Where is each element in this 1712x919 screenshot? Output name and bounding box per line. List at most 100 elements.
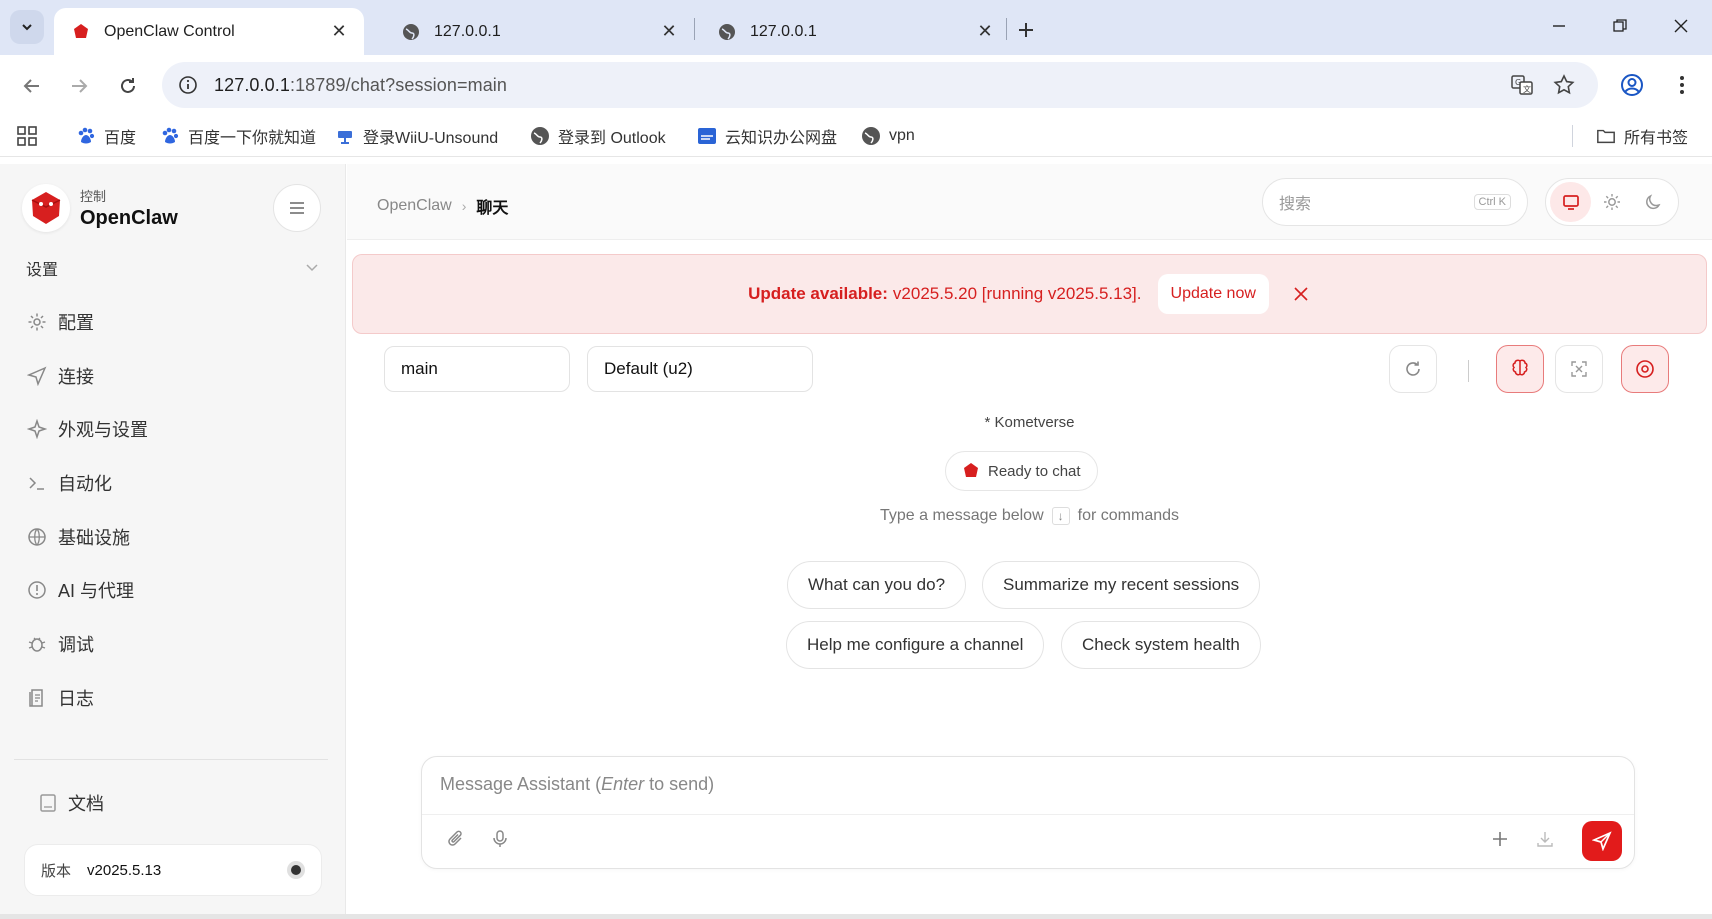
minimize-button[interactable] bbox=[1536, 8, 1582, 44]
dismiss-banner-button[interactable] bbox=[1291, 284, 1311, 304]
bookmark-star-icon[interactable] bbox=[1552, 73, 1576, 97]
apps-grid-icon[interactable] bbox=[16, 124, 38, 148]
page-header: OpenClaw › 聊天 搜索 Ctrl K bbox=[347, 164, 1712, 240]
update-now-button[interactable]: Update now bbox=[1157, 274, 1269, 314]
placeholder-text: Message Assistant ( bbox=[440, 774, 602, 794]
translate-icon[interactable]: G文 bbox=[1510, 73, 1534, 97]
theme-switcher bbox=[1545, 178, 1679, 226]
terminal-icon bbox=[26, 472, 48, 494]
hint-key: ↓ bbox=[1051, 507, 1070, 525]
export-button[interactable] bbox=[1531, 825, 1559, 853]
sidebar-item-label: 外观与设置 bbox=[58, 420, 148, 440]
sidebar-item-appearance[interactable]: 外观与设置 bbox=[26, 414, 148, 444]
sidebar-item-label: 配置 bbox=[58, 313, 94, 333]
tab-localhost-2[interactable]: 127.0.0.1 ✕ bbox=[700, 8, 1010, 55]
placeholder-key: Enter bbox=[601, 774, 645, 794]
new-tab-button[interactable] bbox=[1010, 14, 1042, 46]
bookmark-label: 登录到 Outlook bbox=[558, 130, 666, 147]
back-button[interactable] bbox=[16, 70, 48, 102]
refresh-button[interactable] bbox=[1389, 345, 1437, 393]
forward-button[interactable] bbox=[63, 70, 95, 102]
bookmark-baidu[interactable]: 百度 bbox=[76, 124, 136, 148]
tab-openclaw-control[interactable]: OpenClaw Control ✕ bbox=[54, 8, 364, 55]
thinking-toggle-button[interactable] bbox=[1496, 345, 1544, 393]
sidebar-item-automation[interactable]: 自动化 bbox=[26, 468, 112, 498]
brand-name: OpenClaw bbox=[80, 207, 178, 229]
more-menu-icon[interactable] bbox=[1670, 73, 1694, 97]
bookmark-baidu-search[interactable]: 百度一下你就知道 bbox=[160, 124, 316, 148]
sidebar-item-infrastructure[interactable]: 基础设施 bbox=[26, 522, 130, 552]
window-bottom-edge bbox=[0, 914, 1712, 919]
focus-mode-button[interactable] bbox=[1555, 345, 1603, 393]
folder-icon bbox=[1596, 126, 1616, 146]
settings-section-toggle[interactable]: 设置 bbox=[26, 256, 318, 280]
tab-title: 127.0.0.1 bbox=[750, 22, 817, 40]
new-session-button[interactable] bbox=[1486, 825, 1514, 853]
bookmark-label: 所有书签 bbox=[1624, 130, 1689, 147]
suggestion-chip[interactable]: Help me configure a channel bbox=[786, 621, 1045, 669]
chevron-down-icon bbox=[22, 24, 32, 31]
tab-separator bbox=[1006, 18, 1007, 40]
reload-button[interactable] bbox=[112, 70, 144, 102]
target-icon bbox=[1636, 360, 1654, 378]
site-info-icon[interactable] bbox=[176, 73, 200, 97]
send-button[interactable] bbox=[1582, 821, 1622, 861]
model-select-value: Default (u2) bbox=[604, 359, 693, 378]
voice-input-button[interactable] bbox=[486, 825, 514, 853]
download-icon bbox=[1537, 832, 1553, 847]
model-select[interactable]: Default (u2) bbox=[587, 346, 813, 392]
message-input[interactable]: Message Assistant (Enter to send) bbox=[440, 774, 714, 795]
close-tab-icon[interactable]: ✕ bbox=[328, 21, 350, 43]
close-window-button[interactable] bbox=[1658, 8, 1704, 44]
sidebar-item-config[interactable]: 配置 bbox=[26, 307, 94, 337]
suggestion-chip[interactable]: Check system health bbox=[1061, 621, 1261, 669]
tab-search-button[interactable] bbox=[10, 10, 44, 44]
chevron-right-icon: › bbox=[461, 198, 467, 214]
chevron-down-icon bbox=[306, 264, 318, 272]
globe-icon bbox=[861, 126, 881, 146]
sidebar-item-logs[interactable]: 日志 bbox=[26, 683, 94, 713]
sidebar-toggle-button[interactable] bbox=[273, 184, 321, 232]
bookmarks-separator bbox=[1572, 125, 1573, 147]
close-tab-icon[interactable]: ✕ bbox=[658, 21, 680, 43]
status-text: Ready to chat bbox=[988, 462, 1081, 480]
breadcrumb-root[interactable]: OpenClaw bbox=[377, 197, 452, 215]
placeholder-text: to send) bbox=[644, 774, 715, 794]
session-select[interactable]: main bbox=[384, 346, 570, 392]
all-bookmarks-folder[interactable]: 所有书签 bbox=[1596, 124, 1688, 148]
theme-dark-button[interactable] bbox=[1633, 182, 1674, 222]
bookmarks-bar: 百度 百度一下你就知道 登录WiiU-Unsound 登录到 Outlook 云… bbox=[0, 115, 1712, 157]
restore-button[interactable] bbox=[1597, 8, 1643, 44]
send-icon bbox=[26, 365, 48, 387]
bookmark-cloud-drive[interactable]: 云知识办公网盘 bbox=[697, 124, 837, 148]
settings-toggle-button[interactable] bbox=[1621, 345, 1669, 393]
search-input[interactable]: 搜索 Ctrl K bbox=[1262, 178, 1528, 226]
wiiu-icon bbox=[335, 126, 355, 146]
sidebar-item-connect[interactable]: 连接 bbox=[26, 361, 94, 391]
attach-button[interactable] bbox=[442, 825, 470, 853]
openclaw-logo-icon bbox=[962, 462, 980, 480]
tab-localhost-1[interactable]: 127.0.0.1 ✕ bbox=[384, 8, 694, 55]
gear-icon bbox=[26, 311, 48, 333]
suggestion-chip[interactable]: What can you do? bbox=[787, 561, 967, 609]
sidebar-item-docs[interactable]: 文档 bbox=[38, 790, 104, 816]
suggestion-chip[interactable]: Summarize my recent sessions bbox=[982, 561, 1261, 609]
theme-system-button[interactable] bbox=[1550, 182, 1592, 222]
theme-light-button[interactable] bbox=[1591, 182, 1632, 222]
sidebar-item-ai-agents[interactable]: AI 与代理 bbox=[26, 575, 134, 605]
svg-text:文: 文 bbox=[1523, 84, 1531, 94]
bookmark-wiiu[interactable]: 登录WiiU-Unsound bbox=[335, 124, 498, 148]
command-hint: Type a message below ↓ for commands bbox=[347, 507, 1712, 525]
bookmark-vpn[interactable]: vpn bbox=[861, 124, 915, 148]
globe-icon bbox=[718, 23, 736, 41]
session-select-value: main bbox=[401, 359, 438, 378]
address-bar[interactable]: 127.0.0.1:18789/chat?session=main G文 bbox=[162, 62, 1598, 108]
sidebar-item-label: 日志 bbox=[58, 689, 94, 709]
sidebar-item-debug[interactable]: 调试 bbox=[26, 629, 94, 659]
browser-tab-strip: OpenClaw Control ✕ 127.0.0.1 ✕ 127.0.0.1… bbox=[0, 0, 1712, 55]
message-composer: Message Assistant (Enter to send) bbox=[421, 756, 1635, 869]
profile-icon[interactable] bbox=[1620, 73, 1644, 97]
close-tab-icon[interactable]: ✕ bbox=[974, 21, 996, 43]
bookmark-outlook[interactable]: 登录到 Outlook bbox=[530, 124, 666, 148]
reload-icon bbox=[121, 78, 135, 93]
